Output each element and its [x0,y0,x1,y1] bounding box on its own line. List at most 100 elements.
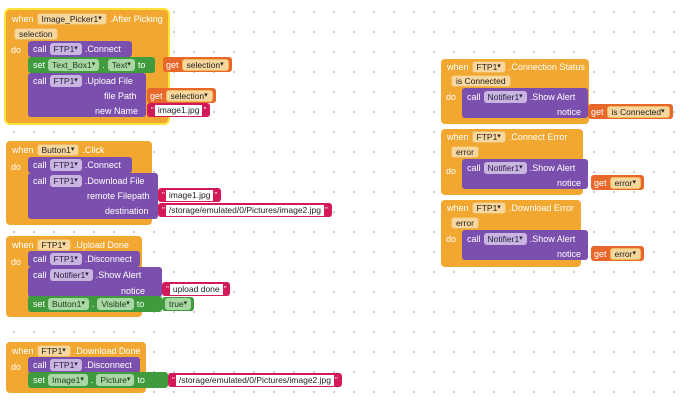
component-dropdown[interactable]: Button1 [48,298,89,310]
call-label: call [33,270,47,280]
method-name: .Show Alert [529,92,576,102]
get-error-block[interactable]: get error [591,175,644,190]
call-notifier-content: call Notifier1 .Show Alert [33,269,141,281]
arg-label-remote-filepath: remote Filepath [87,191,150,201]
call-ftp-connect-content: call FTP1 .Connect [33,43,121,55]
call-label: call [467,234,481,244]
dot-label: . [102,60,105,70]
set-button1-visible-content: set Button1 . Visible to [33,298,144,310]
do-label-row: do [446,233,456,245]
arg-label-notice: notice [557,249,582,259]
get-is-connected-block[interactable]: get is Connected [588,104,673,119]
text-value[interactable]: /storage/emulated/0/Pictures/image2.jpg [165,204,324,216]
get-error-block[interactable]: get error [591,246,644,261]
call-label: call [33,176,47,186]
component-dropdown[interactable]: Image1 [48,374,88,386]
component-dropdown[interactable]: FTP1 [36,345,71,357]
text-block-image-path[interactable]: " /storage/emulated/0/Pictures/image2.jp… [168,373,342,387]
text-value[interactable]: image1.jpg [154,104,203,116]
text-block-upload-done[interactable]: " upload done " [162,282,231,296]
do-label-row: do [11,161,21,173]
event-header: when FTP1 .Download Error [447,202,574,214]
event-name: .Download Done [73,346,141,356]
component-dropdown[interactable]: FTP1 [49,43,82,55]
boolean-dropdown[interactable]: true [165,298,192,310]
component-dropdown[interactable]: Notifier1 [483,233,527,245]
to-label: to [137,60,146,70]
variable-dropdown[interactable]: error [609,176,641,189]
component-dropdown[interactable]: Notifier1 [49,269,93,281]
component-dropdown[interactable]: Notifier1 [483,162,527,174]
component-dropdown[interactable]: FTP1 [49,159,82,171]
get-label: get [166,59,179,70]
when-label: when [12,346,34,356]
arg-destination-label-row: destination [105,205,149,217]
component-dropdown[interactable]: FTP1 [49,75,82,87]
event-header: when Image_Picker1 .After Picking [12,13,163,25]
when-label: when [12,145,34,155]
text-value[interactable]: upload done [169,283,223,295]
when-label: when [447,62,469,72]
variable-dropdown[interactable]: selection [181,58,229,71]
param-is-connected[interactable]: is Connected [451,75,511,87]
call-notifier-content: call Notifier1 .Show Alert [467,162,575,174]
do-label: do [11,362,22,372]
call-label: call [33,76,47,86]
param-error[interactable]: error [451,217,479,229]
do-label-row: do [446,165,456,177]
variable-dropdown[interactable]: selection [165,89,213,102]
call-label: call [33,160,47,170]
get-selection-block[interactable]: get selection [147,88,216,103]
arg-new-name-label-row: new Name [95,105,138,117]
call-ftp-upload-content: call FTP1 .Upload File [33,75,133,87]
method-name: .Disconnect [84,360,132,370]
component-dropdown[interactable]: FTP1 [471,61,506,73]
component-dropdown[interactable]: FTP1 [49,253,82,265]
param-selection[interactable]: selection [14,28,58,40]
arg-label-notice: notice [557,107,582,117]
component-dropdown[interactable]: FTP1 [471,131,506,143]
method-name: .Upload File [84,76,133,86]
component-dropdown[interactable]: FTP1 [471,202,506,214]
set-textbox-text-content: set Text_Box1 . Text to [33,59,145,71]
component-dropdown[interactable]: FTP1 [49,359,82,371]
property-dropdown[interactable]: Text [107,59,135,71]
quote-icon: " [214,190,218,200]
property-dropdown[interactable]: Picture [96,374,135,386]
blocks-workspace[interactable]: when Image_Picker1 .After Picking select… [0,0,690,405]
arg-notice-label-row: notice [557,106,581,118]
text-block-image1[interactable]: " image1.jpg " [158,188,222,202]
do-label: do [11,257,22,267]
property-dropdown[interactable]: Visible [97,298,134,310]
component-dropdown[interactable]: FTP1 [49,175,82,187]
text-value[interactable]: /storage/emulated/0/Pictures/image2.jpg [175,374,334,386]
do-label: do [11,45,22,55]
event-header: when FTP1 .Connect Error [447,131,567,143]
set-image1-picture-content: set Image1 . Picture to [33,374,145,386]
component-dropdown[interactable]: Image_Picker1 [36,13,107,25]
text-block-destination-path[interactable]: " /storage/emulated/0/Pictures/image2.jp… [158,203,332,217]
variable-dropdown[interactable]: error [609,247,641,260]
component-dropdown[interactable]: Text_Box1 [48,59,100,71]
component-dropdown[interactable]: Button1 [36,144,80,156]
get-label: get [594,177,607,188]
text-value[interactable]: image1.jpg [165,189,214,201]
component-dropdown[interactable]: FTP1 [36,239,71,251]
arg-label-destination: destination [105,206,149,216]
component-dropdown[interactable]: Notifier1 [483,91,527,103]
logic-true-block[interactable]: true [162,297,195,311]
when-label: when [447,203,469,213]
quote-icon: " [325,205,328,215]
call-ftp-download-content: call FTP1 .Download File [33,175,144,187]
when-label: when [447,132,469,142]
set-label: set [33,299,46,309]
event-name: .Connection Status [508,62,585,72]
param-error[interactable]: error [451,146,479,158]
quote-icon: " [335,375,338,385]
to-label: to [137,375,145,385]
arg-notice-label-row: notice [557,248,581,260]
variable-dropdown[interactable]: is Connected [606,105,670,118]
text-block-image1[interactable]: " image1.jpg " [147,103,211,117]
get-selection-block[interactable]: get selection [163,57,232,72]
event-params: is Connected [451,75,511,87]
